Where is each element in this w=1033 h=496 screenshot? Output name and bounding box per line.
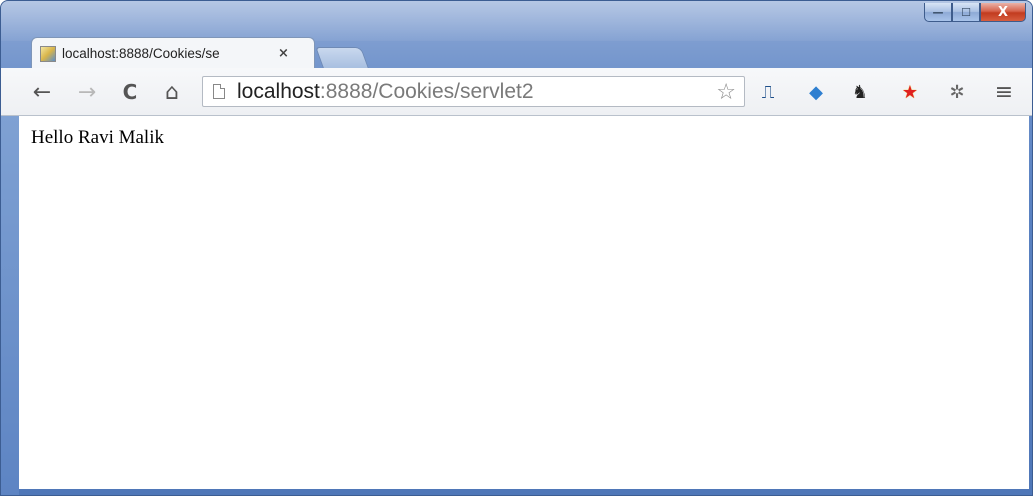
tab-active[interactable]: localhost:8888/Cookies/se × bbox=[31, 37, 315, 69]
page-icon bbox=[213, 84, 225, 99]
minimize-button[interactable]: — bbox=[924, 3, 952, 22]
tab-close-icon[interactable]: × bbox=[278, 46, 289, 61]
bookmark-star-icon[interactable]: ☆ bbox=[716, 80, 736, 105]
reload-icon[interactable]: C bbox=[117, 80, 143, 104]
window-controls: — ☐ X bbox=[924, 3, 1026, 22]
new-tab-button[interactable] bbox=[315, 47, 369, 68]
home-icon[interactable]: ⌂ bbox=[159, 80, 185, 105]
url-host: localhost bbox=[237, 79, 320, 103]
translate-extension-icon[interactable]: ⎍ bbox=[755, 79, 781, 105]
forward-arrow-icon[interactable]: → bbox=[74, 80, 100, 105]
greeting-text: Hello Ravi Malik bbox=[31, 127, 164, 148]
window-frame-left bbox=[1, 116, 19, 495]
back-arrow-icon[interactable]: ← bbox=[29, 80, 55, 105]
close-window-button[interactable]: X bbox=[980, 3, 1026, 22]
title-bar bbox=[1, 1, 1032, 41]
url-path: :8888/Cookies/servlet2 bbox=[319, 79, 534, 103]
maximize-button[interactable]: ☐ bbox=[952, 3, 980, 22]
address-bar[interactable]: localhost:8888/Cookies/servlet2 ☆ bbox=[202, 76, 745, 107]
toolbar: ← → C ⌂ localhost:8888/Cookies/servlet2 … bbox=[1, 68, 1032, 116]
star-extension-icon[interactable]: ★ bbox=[897, 79, 923, 105]
page-content: Hello Ravi Malik bbox=[19, 116, 1029, 489]
puzzle-extension-icon[interactable]: ✲ bbox=[944, 79, 970, 105]
ghostery-extension-icon[interactable]: ♞ bbox=[847, 79, 873, 105]
menu-icon[interactable]: ≡ bbox=[991, 79, 1017, 105]
tab-favicon-icon bbox=[40, 45, 56, 62]
tab-title: localhost:8888/Cookies/se bbox=[62, 46, 220, 61]
rocket-extension-icon[interactable]: ◆ bbox=[803, 79, 829, 105]
browser-window: — ☐ X localhost:8888/Cookies/se × ← → C … bbox=[0, 0, 1033, 496]
url-text: localhost:8888/Cookies/servlet2 bbox=[237, 80, 534, 104]
